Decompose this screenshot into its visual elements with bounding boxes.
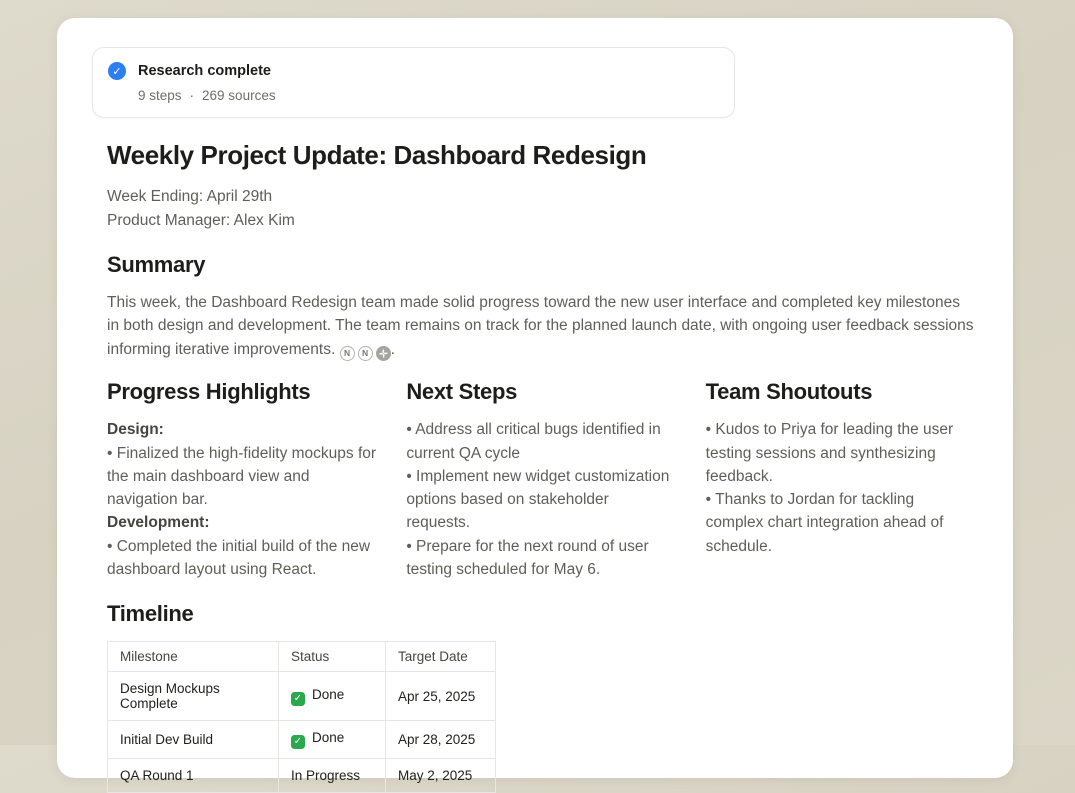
- design-label: Design:: [107, 418, 376, 441]
- bullet-item: • Finalized the high-fidelity mockups fo…: [107, 442, 376, 512]
- target-date-cell: Apr 28, 2025: [386, 721, 496, 759]
- slack-icon[interactable]: [376, 346, 391, 361]
- done-check-icon: ✓: [291, 692, 305, 706]
- notion-icon[interactable]: N: [358, 346, 373, 361]
- done-check-icon: ✓: [291, 735, 305, 749]
- table-header-target-date: Target Date: [386, 642, 496, 672]
- progress-highlights-heading: Progress Highlights: [107, 379, 376, 405]
- notion-icon[interactable]: N: [340, 346, 355, 361]
- table-header-milestone: Milestone: [108, 642, 279, 672]
- milestone-cell: QA Round 1: [108, 759, 279, 793]
- bullet-item: • Address all critical bugs identified i…: [406, 418, 675, 465]
- bullet-item: • Completed the initial build of the new…: [107, 535, 376, 582]
- bullet-item: • Kudos to Priya for leading the user te…: [706, 418, 975, 488]
- document-card: ✓ Research complete 9 steps · 269 source…: [57, 18, 1013, 778]
- target-date-cell: May 2, 2025: [386, 759, 496, 793]
- bullet-item: • Implement new widget customization opt…: [406, 465, 675, 535]
- status-label: In Progress: [291, 768, 360, 783]
- milestone-cell: Design Mockups Complete: [108, 672, 279, 721]
- bullet-item: • Prepare for the next round of user tes…: [406, 535, 675, 582]
- target-date-cell: Apr 25, 2025: [386, 672, 496, 721]
- table-row: Design Mockups Complete ✓ Done Apr 25, 20…: [108, 672, 496, 721]
- steps-count: 9 steps: [138, 88, 182, 103]
- summary-paragraph: This week, the Dashboard Redesign team m…: [107, 291, 975, 361]
- development-label: Development:: [107, 511, 376, 534]
- timeline-heading: Timeline: [107, 601, 975, 627]
- team-shoutouts-heading: Team Shoutouts: [706, 379, 975, 405]
- column-team-shoutouts: Team Shoutouts • Kudos to Priya for lead…: [706, 379, 975, 581]
- research-complete-check-icon: ✓: [108, 62, 126, 80]
- status-cell: ✓ Done: [279, 721, 386, 759]
- status-cell: In Progress: [279, 759, 386, 793]
- column-next-steps: Next Steps • Address all critical bugs i…: [406, 379, 675, 581]
- meta-product-manager: Product Manager: Alex Kim: [107, 209, 975, 233]
- status-label: Done: [312, 687, 344, 702]
- table-row: Initial Dev Build ✓ Done Apr 28, 2025: [108, 721, 496, 759]
- dot-separator: ·: [190, 88, 195, 103]
- table-header-status: Status: [279, 642, 386, 672]
- timeline-table: Milestone Status Target Date Design Mock…: [107, 641, 496, 793]
- research-status-card[interactable]: ✓ Research complete 9 steps · 269 source…: [92, 47, 735, 118]
- meta-week-ending: Week Ending: April 29th: [107, 185, 975, 209]
- summary-text: This week, the Dashboard Redesign team m…: [107, 294, 974, 358]
- research-status-row: ✓ Research complete: [108, 62, 718, 80]
- page-title: Weekly Project Update: Dashboard Redesig…: [107, 140, 975, 171]
- table-header-row: Milestone Status Target Date: [108, 642, 496, 672]
- sources-count[interactable]: 269 sources: [202, 88, 276, 103]
- citation-chips: NN: [340, 346, 391, 361]
- bullet-item: • Thanks to Jordan for tackling complex …: [706, 488, 975, 558]
- status-label: Done: [312, 730, 344, 745]
- research-status-meta: 9 steps · 269 sources: [138, 88, 718, 103]
- next-steps-heading: Next Steps: [406, 379, 675, 405]
- column-progress-highlights: Progress Highlights Design: • Finalized …: [107, 379, 376, 581]
- summary-suffix: .: [391, 341, 395, 358]
- status-cell: ✓ Done: [279, 672, 386, 721]
- milestone-cell: Initial Dev Build: [108, 721, 279, 759]
- research-status-title: Research complete: [138, 63, 271, 79]
- summary-heading: Summary: [107, 252, 975, 278]
- three-column-section: Progress Highlights Design: • Finalized …: [107, 379, 975, 581]
- table-row: QA Round 1 In Progress May 2, 2025: [108, 759, 496, 793]
